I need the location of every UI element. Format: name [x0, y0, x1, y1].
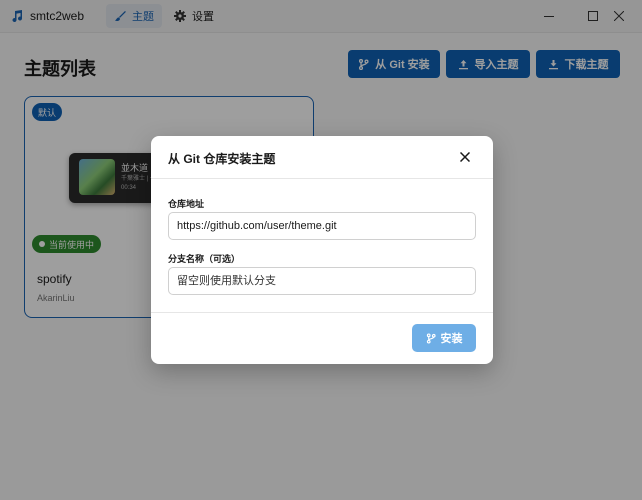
dialog-close-button[interactable] — [456, 148, 474, 166]
close-icon — [460, 152, 470, 162]
dialog-title: 从 Git 仓库安装主题 — [168, 152, 276, 166]
branch-input[interactable] — [168, 267, 476, 295]
branch-label: 分支名称（可选） — [168, 254, 241, 264]
dialog-header-divider — [151, 178, 493, 179]
dialog-footer-divider — [151, 312, 493, 313]
repo-url-input[interactable] — [168, 212, 476, 240]
repo-url-label: 仓库地址 — [168, 199, 205, 209]
git-branch-icon — [426, 332, 436, 344]
git-install-dialog: 从 Git 仓库安装主题 仓库地址 分支名称（可选） 安装 — [151, 136, 493, 364]
install-button[interactable]: 安装 — [412, 324, 476, 352]
install-label: 安装 — [440, 333, 463, 345]
